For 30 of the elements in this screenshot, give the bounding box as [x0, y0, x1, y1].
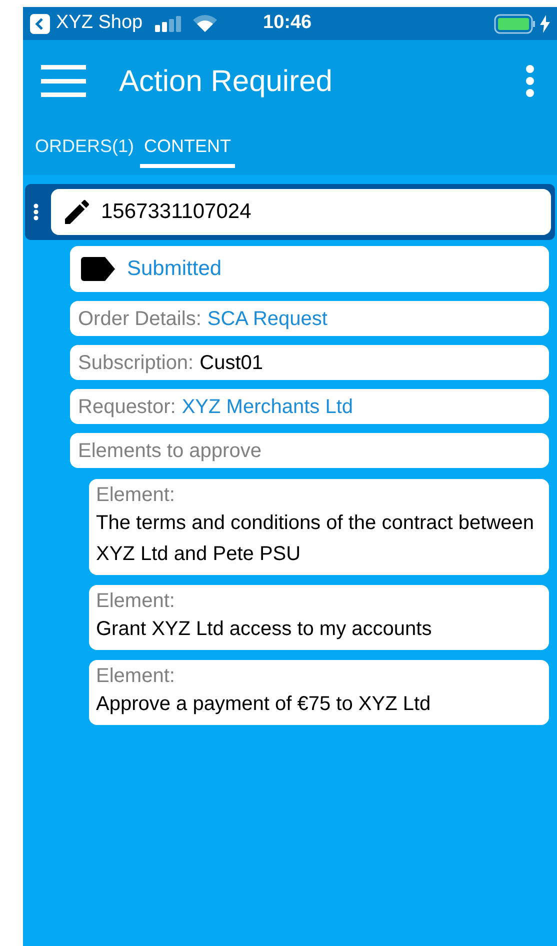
element-label: Element: [96, 483, 176, 508]
back-icon[interactable] [30, 14, 50, 34]
tag-icon [81, 257, 115, 281]
menu-icon[interactable] [41, 65, 86, 97]
tab[interactable]: ORDERS(1) [31, 128, 138, 168]
field-label: Order Details: [78, 306, 202, 332]
clock: 10:46 [263, 11, 312, 36]
charging-icon [540, 14, 550, 32]
element-text: Grant XYZ Ltd access to my accounts [96, 617, 433, 642]
field-link[interactable]: SCA Request [207, 304, 328, 334]
field-label: Elements to approve [78, 438, 262, 464]
field-label: Requestor: [78, 394, 176, 420]
element-text: Approve a payment of €75 to XYZ Ltd [96, 692, 432, 717]
more-icon[interactable] [525, 65, 535, 97]
signal-icon [154, 16, 183, 32]
element-text: The terms and conditions of the contract between XYZ Ltd and Pete PSU [96, 511, 536, 567]
tab[interactable]: CONTENT [140, 128, 236, 168]
drag-handle-icon[interactable] [33, 203, 39, 221]
element-label: Element: [96, 589, 176, 614]
field-label: Subscription: [78, 350, 194, 376]
field-link[interactable]: XYZ Merchants Ltd [182, 392, 354, 422]
wifi-icon [192, 15, 217, 32]
element-label: Element: [96, 664, 176, 689]
status-text: Submitted [127, 256, 222, 282]
order-row[interactable]: 1567331107024 [25, 184, 555, 240]
field-value: Cust01 [200, 350, 263, 376]
battery-icon [494, 14, 536, 34]
back-app-label[interactable]: XYZ Shop [56, 9, 143, 38]
order-number-field[interactable]: 1567331107024 [51, 189, 551, 235]
screen-title: Action Required [119, 64, 332, 100]
